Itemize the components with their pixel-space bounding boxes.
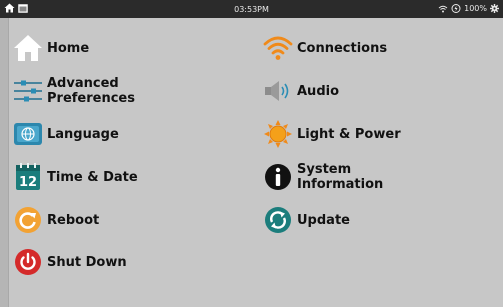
settings-gear-icon[interactable] — [490, 4, 499, 13]
menu-item-reboot[interactable]: Reboot — [13, 202, 99, 238]
sliders-icon — [13, 76, 43, 106]
menu-item-connections[interactable]: Connections — [263, 30, 387, 66]
menu-item-advanced-preferences[interactable]: Advanced Preferences — [13, 73, 135, 109]
menu-item-audio[interactable]: Audio — [263, 73, 339, 109]
sun-icon — [263, 119, 293, 149]
menu-item-update[interactable]: Update — [263, 202, 350, 238]
settings-menu: Home Advanced Preferences Language 12 Ti… — [8, 18, 503, 307]
calendar-day-number: 12 — [19, 175, 37, 190]
menu-item-label: Light & Power — [297, 126, 401, 142]
menu-item-label: Home — [47, 40, 90, 56]
status-bar: 03:53PM 100% — [0, 0, 503, 18]
menu-item-shut-down[interactable]: Shut Down — [13, 244, 127, 280]
menu-item-label: Update — [297, 212, 350, 228]
menu-item-label: System Information — [297, 162, 384, 192]
wifi-status-icon[interactable] — [438, 5, 448, 13]
clock: 03:53PM — [234, 5, 269, 14]
menu-item-label: Language — [47, 126, 119, 142]
menu-item-time-date[interactable]: 12 Time & Date — [13, 159, 138, 195]
menu-item-label: Shut Down — [47, 254, 127, 270]
menu-item-label: Reboot — [47, 212, 100, 228]
menu-item-label: Audio — [297, 83, 340, 99]
menu-item-light-power[interactable]: Light & Power — [263, 116, 401, 152]
menu-item-label: Time & Date — [47, 169, 138, 185]
power-icon — [13, 247, 43, 277]
menu-item-language[interactable]: Language — [13, 116, 119, 152]
info-icon — [263, 162, 293, 192]
battery-charging-icon[interactable] — [451, 4, 461, 13]
menu-item-label: Advanced Preferences — [47, 76, 135, 106]
menu-item-label: Connections — [297, 40, 388, 56]
menu-item-home[interactable]: Home — [13, 30, 89, 66]
reboot-icon — [13, 205, 43, 235]
menu-item-system-information[interactable]: System Information — [263, 159, 383, 195]
update-icon — [263, 205, 293, 235]
speaker-icon — [263, 76, 293, 106]
home-icon — [13, 33, 43, 63]
wifi-icon — [263, 33, 293, 63]
calendar-icon: 12 — [13, 162, 43, 192]
battery-level: 100% — [464, 4, 487, 13]
globe-icon — [13, 119, 43, 149]
